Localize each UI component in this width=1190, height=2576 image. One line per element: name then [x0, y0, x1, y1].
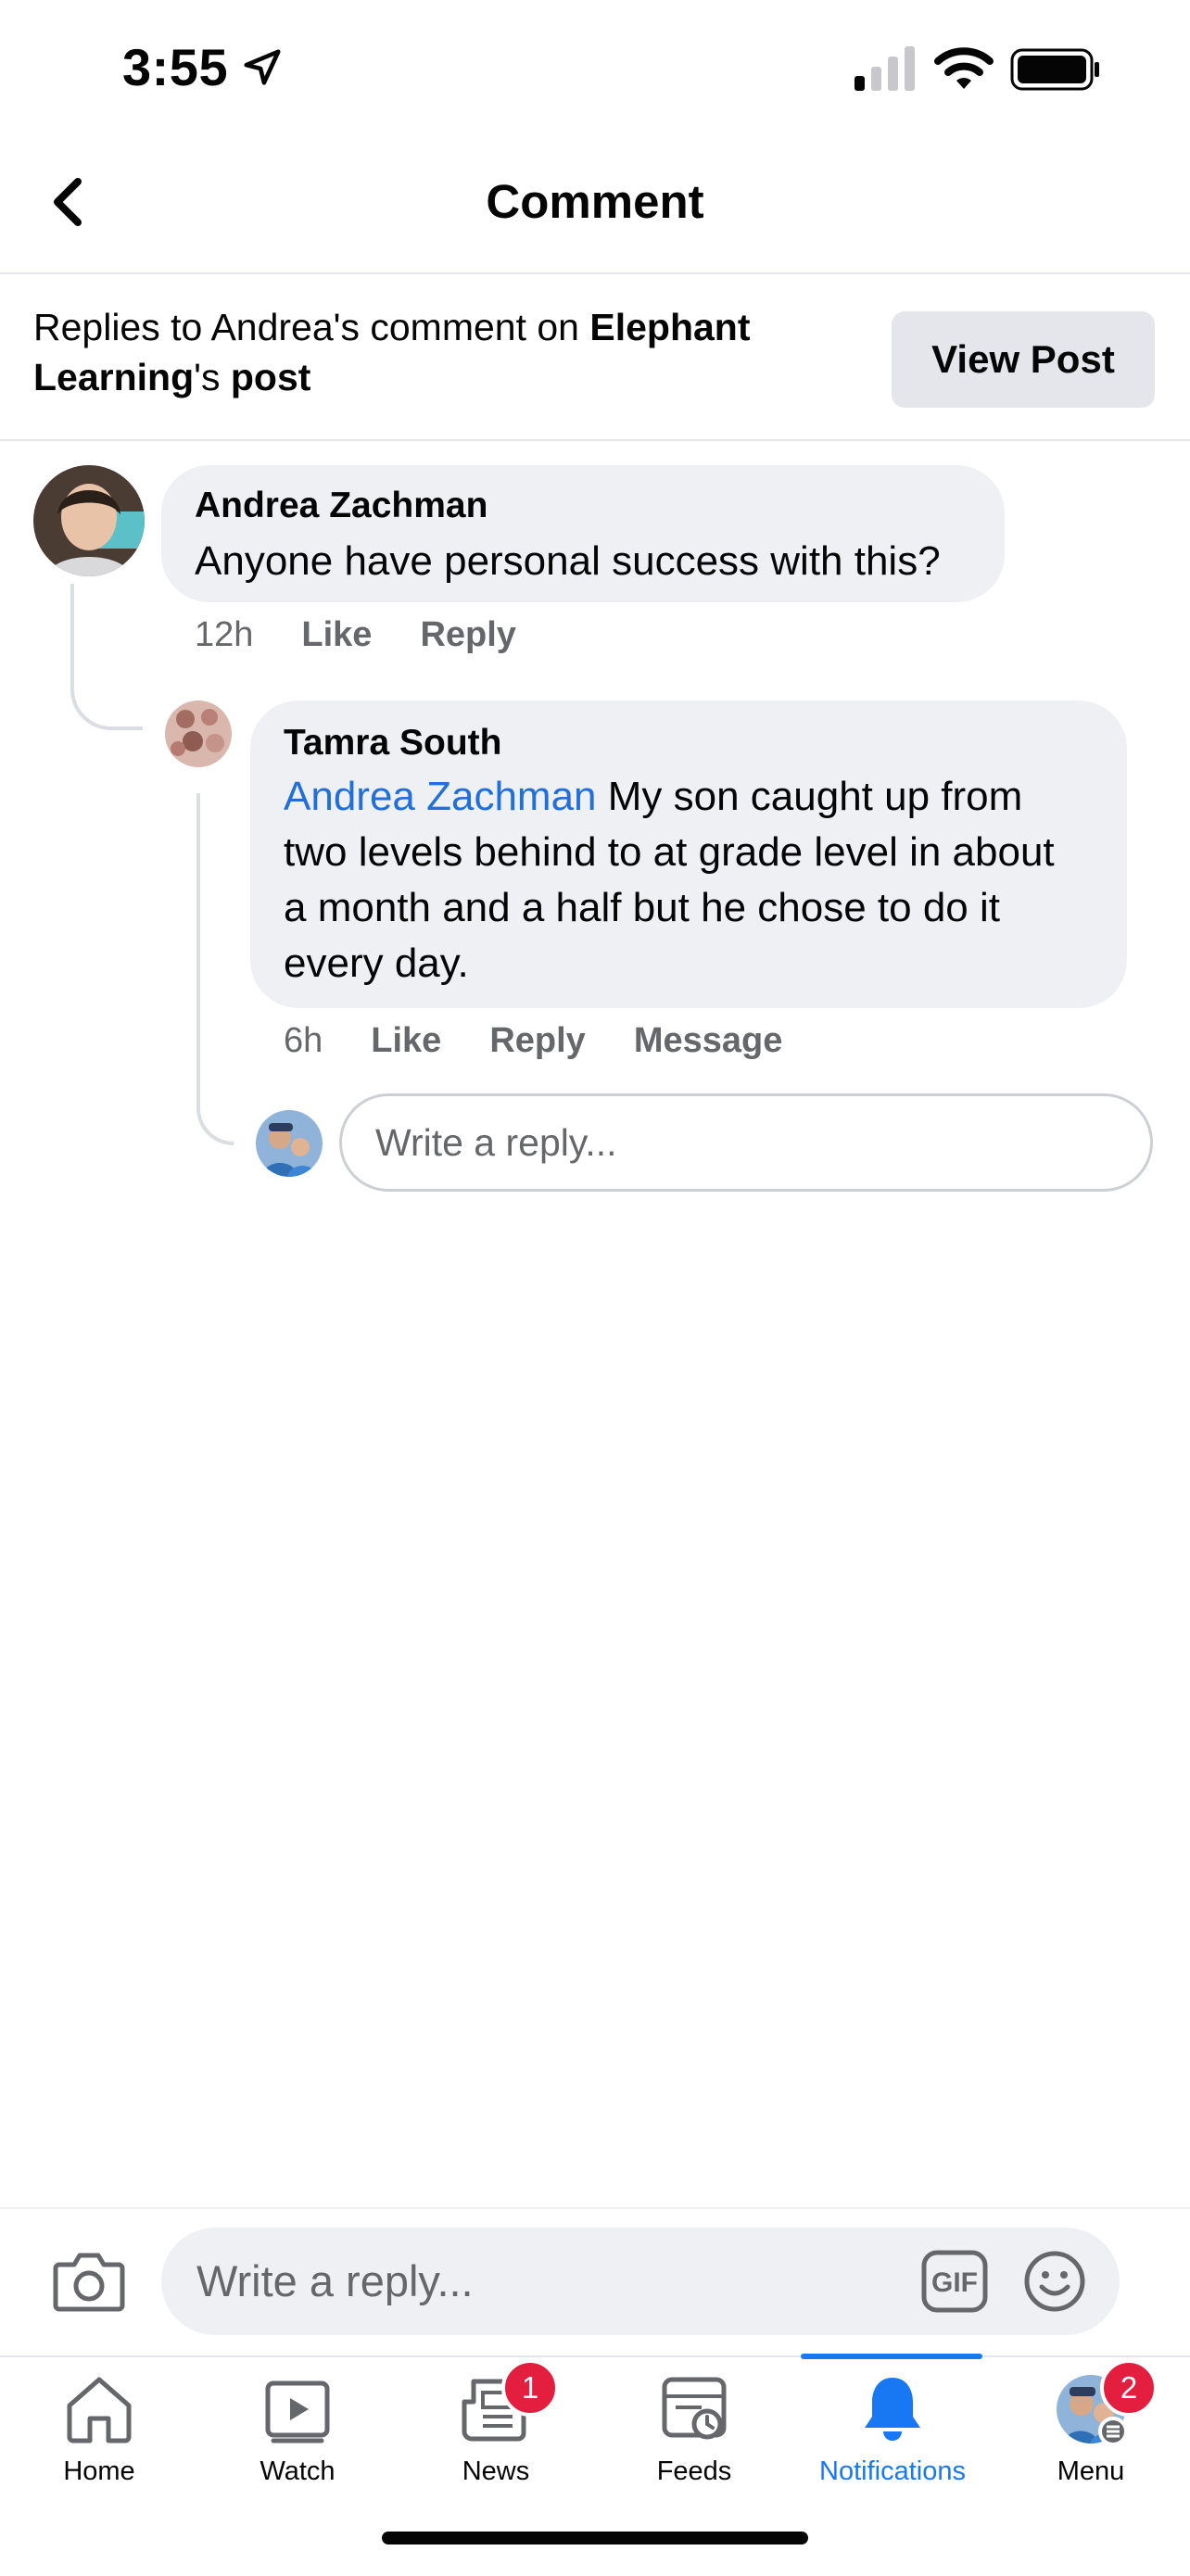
- comment-actions-1: 12h Like Reply: [195, 615, 516, 655]
- post-link[interactable]: post: [231, 356, 311, 398]
- svg-text:GIF: GIF: [931, 2267, 978, 2298]
- emoji-icon[interactable]: [1023, 2250, 1086, 2313]
- reply-button[interactable]: Reply: [420, 615, 515, 655]
- mention-link[interactable]: Andrea Zachman: [284, 774, 597, 819]
- gif-icon[interactable]: GIF: [921, 2250, 988, 2313]
- tab-label: Notifications: [819, 2456, 966, 2486]
- tab-menu[interactable]: 2 Menu: [992, 2359, 1190, 2487]
- tab-label: Home: [63, 2456, 135, 2486]
- comment-text-line-2: two levels behind to at grade level in a…: [284, 829, 1055, 875]
- news-badge: 1: [501, 2359, 559, 2417]
- comment-bubble-1[interactable]: Andrea Zachman Anyone have personal succ…: [161, 465, 1005, 602]
- camera-icon[interactable]: [52, 2246, 126, 2315]
- comment-time: 6h: [284, 1021, 323, 1060]
- tab-watch[interactable]: Watch: [198, 2372, 397, 2487]
- comment-author[interactable]: Tamra South: [284, 723, 501, 764]
- home-icon: [67, 2377, 132, 2443]
- tab-home[interactable]: Home: [0, 2372, 198, 2487]
- page-link-name-2[interactable]: Learning: [33, 356, 194, 398]
- tab-label: News: [462, 2456, 530, 2486]
- like-button[interactable]: Like: [301, 615, 372, 655]
- comment-text-line-4: every day.: [284, 941, 469, 986]
- tab-notifications[interactable]: Notifications: [793, 2372, 992, 2487]
- location-arrow-icon: [244, 48, 281, 85]
- reply-button[interactable]: Reply: [489, 1021, 585, 1061]
- avatar-andrea-zachman[interactable]: [33, 465, 145, 576]
- comment-actions-2: 6h Like Reply Message: [284, 1021, 782, 1061]
- composer-placeholder: Write a reply...: [196, 2256, 474, 2305]
- bell-icon: [865, 2378, 920, 2441]
- comment-author[interactable]: Andrea Zachman: [195, 486, 487, 526]
- home-indicator: [382, 2532, 808, 2544]
- tab-label: Menu: [1057, 2456, 1125, 2486]
- message-button[interactable]: Message: [634, 1021, 783, 1061]
- active-tab-indicator: [801, 2354, 982, 2359]
- avatar-tamra-south[interactable]: [165, 701, 232, 767]
- like-button[interactable]: Like: [371, 1021, 441, 1061]
- comment-text-line-3: a month and a half but he chose to do it: [284, 885, 1000, 930]
- comment-bubble-2[interactable]: Tamra South Andrea Zachman My son caught…: [250, 701, 1127, 1008]
- page-title: Comment: [486, 175, 704, 228]
- page-link-name[interactable]: Elephant: [589, 306, 750, 348]
- cellular-signal-icon: [855, 46, 915, 91]
- tab-news[interactable]: 1 News: [397, 2359, 595, 2487]
- thread-line-2: [196, 793, 234, 1145]
- tab-feeds[interactable]: Feeds: [595, 2372, 793, 2487]
- watch-icon: [265, 2380, 330, 2443]
- inline-reply-input[interactable]: Write a reply...: [339, 1093, 1153, 1192]
- replies-context-text: Replies to Andrea's comment on Elephant L…: [33, 306, 751, 398]
- status-bar-time: 3:55: [122, 37, 284, 97]
- header-divider: [0, 272, 1190, 274]
- comment-time: 12h: [195, 615, 254, 654]
- tab-label: Watch: [260, 2456, 335, 2486]
- thread-line-1: [70, 584, 143, 732]
- comment-text-line-1: Andrea Zachman My son caught up from: [284, 774, 1023, 819]
- menu-badge: 2: [1100, 2359, 1158, 2417]
- view-post-button[interactable]: View Post: [892, 311, 1155, 408]
- current-user-avatar: [256, 1110, 323, 1177]
- wifi-icon: [934, 47, 994, 89]
- comment-text: Anyone have personal success with this?: [195, 538, 941, 584]
- tab-label: Feeds: [656, 2456, 732, 2486]
- battery-icon: [1010, 48, 1099, 91]
- feeds-icon: [662, 2377, 727, 2440]
- context-divider: [0, 439, 1190, 441]
